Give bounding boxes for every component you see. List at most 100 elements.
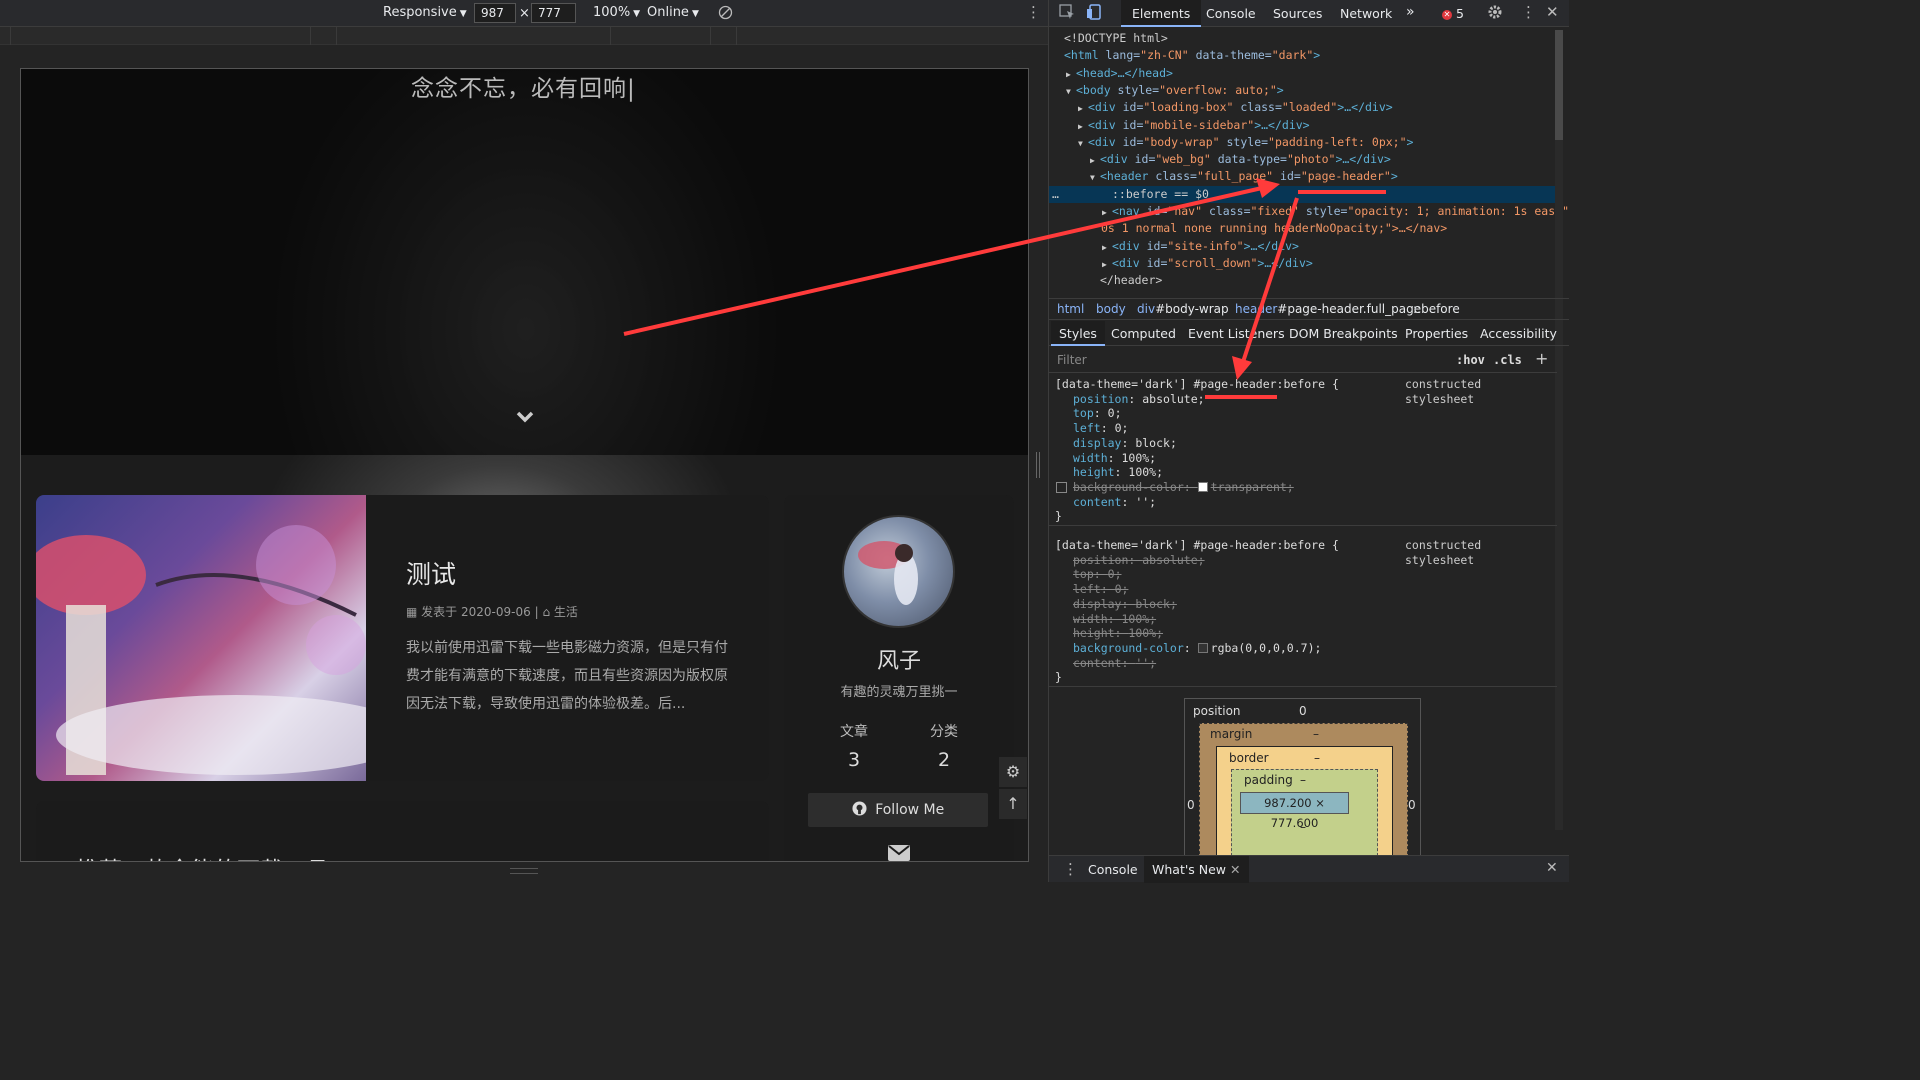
tab-sources[interactable]: Sources [1273,6,1322,21]
mail-icon[interactable] [888,845,910,861]
box-margin-left[interactable]: 0 [1187,798,1195,812]
settings-gear-icon[interactable] [1487,4,1503,23]
box-content-size[interactable]: 987.200 × 777.600 [1240,792,1349,830]
css-declaration[interactable]: height: 100%; [1073,465,1163,480]
stat-categories[interactable]: 分类 2 [894,721,994,771]
breadcrumb-item[interactable]: ::before [1413,302,1460,316]
post-2-title[interactable]: 推荐一款全能的下载工具 [76,851,329,861]
dom-node-line[interactable]: ▶ <nav id="nav" class="fixed" style="opac… [1049,203,1569,221]
expand-triangle-icon[interactable]: ▶ [1102,204,1107,221]
rule-selector[interactable]: [data-theme='dark'] #page-header:before … [1055,538,1339,553]
device-more-icon[interactable]: ⋮ [1026,3,1041,21]
expand-triangle-icon[interactable]: ▶ [1066,66,1071,83]
rotate-icon[interactable] [718,5,733,24]
css-declaration[interactable]: top: 0; [1073,567,1122,582]
color-swatch[interactable] [1197,642,1208,653]
box-margin-top[interactable]: – [1313,727,1319,741]
css-declaration[interactable]: left: 0; [1073,582,1128,597]
dom-node-line[interactable]: …::before == $0 [1049,185,1557,203]
dom-node-line[interactable]: </header> [1049,272,1557,289]
css-declaration[interactable]: height: 100%; [1073,626,1163,641]
close-tab-icon[interactable]: ✕ [1230,862,1240,877]
dom-node-line[interactable]: ▶ <div id="scroll_down">…</div> [1049,255,1557,272]
css-declaration[interactable]: left: 0; [1073,421,1128,436]
rule-selector[interactable]: [data-theme='dark'] #page-header:before … [1055,377,1339,392]
dom-node-line[interactable]: ▶ <div id="loading-box" class="loaded">…<… [1049,99,1557,116]
settings-gear-icon[interactable]: ⚙ [999,757,1027,787]
dom-node-line[interactable]: ▶ <div id="web_bg" data-type="photo">…</d… [1049,151,1557,168]
dom-node-line[interactable]: <!DOCTYPE html> [1049,30,1557,47]
box-margin-right[interactable]: 0 [1408,798,1416,812]
box-padding-top[interactable]: – [1300,773,1306,787]
css-declaration[interactable]: display: block; [1073,436,1177,451]
stat-articles[interactable]: 文章 3 [804,721,904,771]
drawer-tab-console[interactable]: Console [1088,862,1138,877]
dom-node-line[interactable]: ▼ <div id="body-wrap" style="padding-left… [1049,134,1557,151]
expand-triangle-icon[interactable]: ▶ [1078,118,1083,135]
dom-node-line-wrap[interactable]: 0s 1 normal none running headerNoOpacity… [1049,220,1557,237]
declaration-checkbox[interactable] [1056,481,1067,493]
breadcrumb-item[interactable]: header#page-header.full_page [1235,302,1421,316]
post-cover-image[interactable] [36,495,416,781]
new-rule-button[interactable]: + [1535,349,1548,368]
scroll-down-icon[interactable] [513,405,537,429]
css-declaration[interactable]: position: absolute; [1073,553,1205,568]
tab-network[interactable]: Network [1340,6,1392,21]
drawer-more-icon[interactable]: ⋮ [1063,860,1078,878]
device-mode-dropdown[interactable]: Responsive ▼ [383,5,467,20]
dom-node-line[interactable]: <html lang="zh-CN" data-theme="dark"> [1049,47,1557,64]
dom-node-line[interactable]: ▶ <head>…</head> [1049,65,1557,82]
devtools-scrollbar[interactable] [1555,30,1563,830]
throttle-dropdown[interactable]: Online ▼ [647,5,699,20]
breadcrumb-item[interactable]: html [1057,302,1084,316]
close-icon[interactable]: ✕ [1546,3,1559,21]
drawer-tab-whats-new[interactable]: What's New ✕ [1144,856,1249,883]
zoom-dropdown[interactable]: 100% ▼ [593,5,640,20]
tab-elements[interactable]: Elements [1121,0,1202,27]
hov-toggle[interactable]: :hov [1456,353,1485,367]
css-declaration[interactable]: content: ''; [1073,495,1156,510]
color-swatch[interactable] [1197,481,1208,492]
viewport-resize-handle-right[interactable] [1036,452,1040,478]
rule-origin-link[interactable]: constructed stylesheet [1405,538,1557,567]
css-declaration[interactable]: width: 100%; [1073,451,1156,466]
tab-computed[interactable]: Computed [1111,326,1176,341]
css-declaration[interactable]: background-color: transparent; [1056,480,1294,495]
back-to-top-icon[interactable]: ↑ [999,789,1027,819]
styles-filter-input[interactable]: Filter [1057,353,1087,367]
css-declaration[interactable]: display: block; [1073,597,1177,612]
expand-triangle-icon[interactable]: ▶ [1078,100,1083,117]
post-category[interactable]: 生活 [554,605,578,619]
dom-node-line[interactable]: ▶ <div id="mobile-sidebar">…</div> [1049,117,1557,134]
breadcrumb-item[interactable]: div#body-wrap [1137,302,1229,316]
tab-dom-breakpoints[interactable]: DOM Breakpoints [1289,326,1398,341]
tab-styles[interactable]: Styles [1051,321,1105,346]
box-padding-bottom[interactable]: – [1300,820,1306,834]
dom-node-line[interactable]: ▶ <div id="site-info">…</div> [1049,238,1557,255]
tab-accessibility[interactable]: Accessibility [1480,326,1557,341]
cls-toggle[interactable]: .cls [1493,353,1522,367]
post-card-2[interactable]: 推荐一款全能的下载工具 [36,801,769,861]
error-count-badge[interactable]: ✕ 5 [1442,6,1464,21]
dom-node-line[interactable]: ▼ <body style="overflow: auto;"> [1049,82,1557,99]
collapse-triangle-icon[interactable]: ▼ [1090,169,1095,186]
device-toolbar-toggle-icon[interactable] [1087,4,1103,23]
css-declaration[interactable]: position: absolute; [1073,392,1205,407]
viewport-resize-handle-bottom[interactable] [510,868,538,874]
expand-triangle-icon[interactable]: ▶ [1102,256,1107,273]
breadcrumb-item[interactable]: body [1096,302,1126,316]
devtools-more-icon[interactable]: ⋮ [1521,3,1536,21]
dom-node-line[interactable]: ▼ <header class="full_page" id="page-head… [1049,168,1557,185]
dom-ellipsis-icon[interactable]: … [1052,186,1059,203]
viewport-width-input[interactable] [474,3,516,23]
follow-me-button[interactable]: Follow Me [808,793,988,827]
collapse-triangle-icon[interactable]: ▼ [1066,83,1071,100]
tab-properties[interactable]: Properties [1405,326,1468,341]
inspect-element-icon[interactable] [1059,4,1075,23]
expand-triangle-icon[interactable]: ▶ [1090,152,1095,169]
css-declaration[interactable]: top: 0; [1073,406,1122,421]
expand-triangle-icon[interactable]: ▶ [1102,239,1107,256]
more-tabs-icon[interactable]: » [1406,4,1415,20]
css-declaration[interactable]: width: 100%; [1073,612,1156,627]
collapse-triangle-icon[interactable]: ▼ [1078,135,1083,152]
